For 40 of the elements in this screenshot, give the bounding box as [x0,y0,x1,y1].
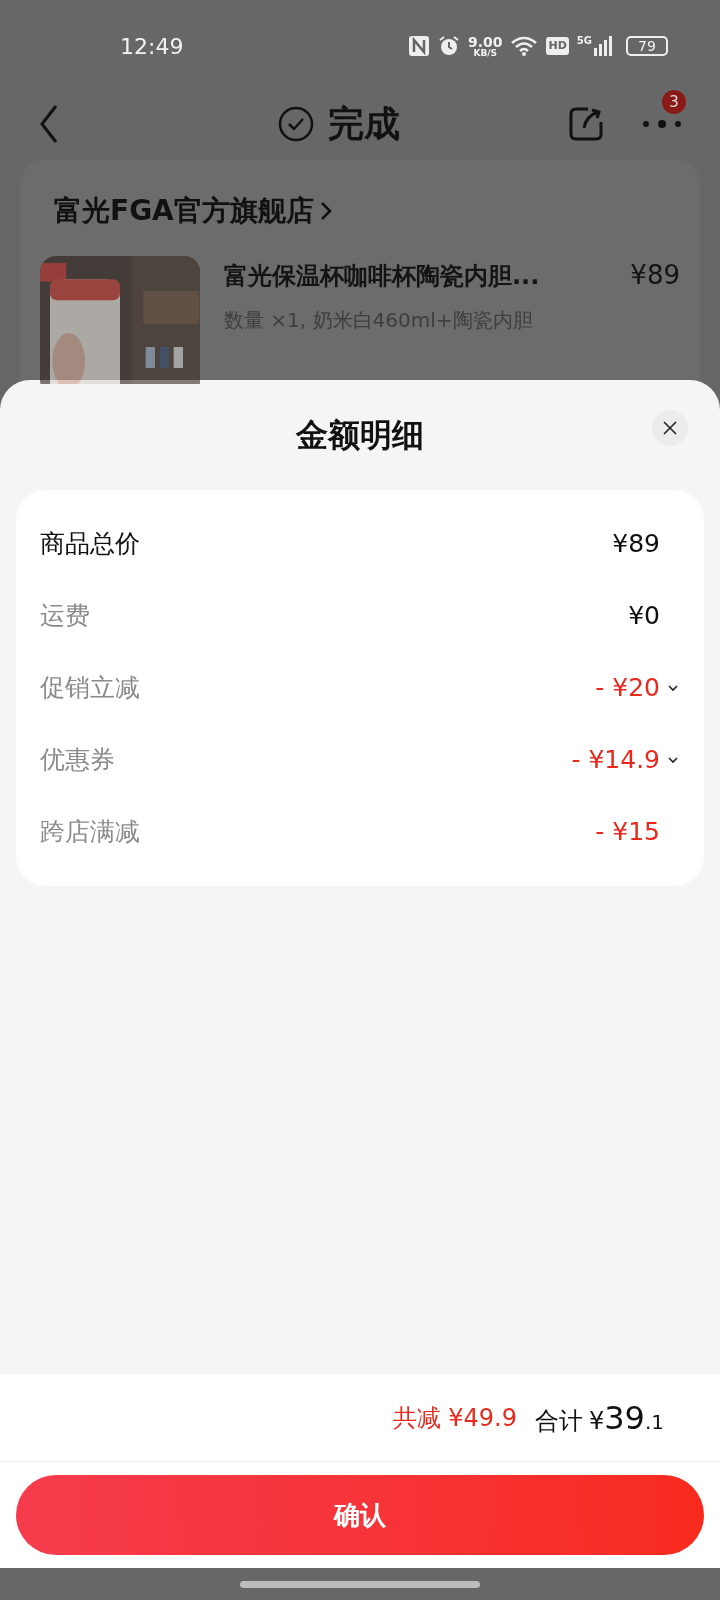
home-indicator[interactable] [240,1580,480,1588]
network-speed: 9.00 [467,34,503,49]
row-amount: - ¥14.9 [571,744,660,777]
hd-icon: HD [546,37,569,55]
chevron-right-icon[interactable] [319,201,332,221]
close-button[interactable] [652,410,688,446]
row-label: 商品总价 [40,528,140,561]
product-price: ¥89 [630,259,680,292]
row-amount: - ¥15 [595,816,660,849]
close-icon [662,420,678,436]
total-integer: 39 [604,1397,645,1439]
battery-icon: 79 [626,36,668,56]
notification-badge: 3 [662,90,686,114]
status-time: 12:49 [120,32,184,61]
total-savings: 共减 ¥49.9 [392,1402,517,1434]
row-amount: ¥89 [612,528,660,561]
product-title[interactable]: 富光保温杯咖啡杯陶瓷内胆... [224,257,540,294]
currency-symbol: ¥ [588,1405,605,1437]
total-label: 合计 [534,1405,583,1437]
total-decimal: .1 [644,1408,664,1436]
row-label: 运费 [40,600,90,633]
network-type: 5G [576,36,592,46]
row-label: 跨店满减 [40,816,140,849]
share-icon[interactable] [568,106,604,142]
signal-icon [594,36,612,56]
row-label: 优惠券 [40,744,115,777]
nfc-icon [407,35,430,57]
wifi-icon [510,35,539,57]
alarm-icon [437,35,460,57]
row-amount: ¥0 [628,600,660,633]
sheet-title: 金额明细 [296,415,424,456]
speed-unit: KB/S [473,48,497,58]
row-label: 促销立减 [40,672,140,705]
page-title: 完成 [328,102,400,146]
back-icon[interactable] [38,104,60,144]
store-name[interactable]: 富光FGA官方旗舰店 [54,190,314,232]
row-amount: - ¥20 [595,672,660,705]
check-circle-icon [278,106,314,142]
confirm-button[interactable]: 确认 [16,1475,704,1555]
more-icon[interactable] [642,118,682,130]
